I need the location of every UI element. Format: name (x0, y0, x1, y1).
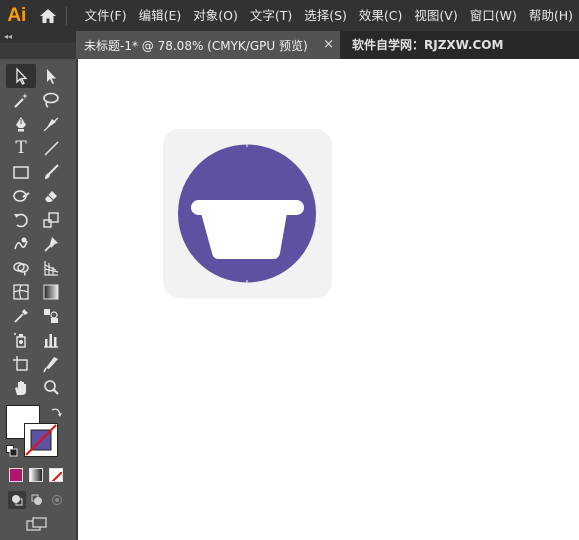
menu-file[interactable]: 文件(F) (79, 0, 133, 31)
none-mode-button[interactable] (49, 468, 63, 482)
menu-edit[interactable]: 编辑(E) (133, 0, 188, 31)
direct-selection-tool-icon (47, 69, 56, 84)
menu-effect[interactable]: 效果(C) (353, 0, 408, 31)
swap-fill-stroke-icon[interactable] (50, 406, 62, 418)
lasso-tool-icon (43, 92, 59, 108)
magic-wand-tool-icon (14, 93, 28, 108)
scale-tool[interactable] (36, 208, 66, 232)
lasso-tool[interactable] (36, 88, 66, 112)
menu-type[interactable]: 文字(T) (244, 0, 298, 31)
menu-select[interactable]: 选择(S) (298, 0, 353, 31)
panel-grip[interactable] (0, 43, 76, 59)
column-graph-tool-icon (44, 334, 58, 348)
bowl-rim (191, 200, 304, 215)
selection-tool[interactable] (6, 64, 36, 88)
column-graph-tool[interactable] (36, 328, 66, 352)
default-fill-stroke-icon[interactable] (6, 445, 18, 457)
rotate-tool-icon (14, 213, 28, 228)
artboard-tool[interactable] (6, 352, 36, 376)
shaper-tool[interactable] (6, 184, 36, 208)
slice-tool[interactable] (36, 352, 66, 376)
stroke-swatch[interactable] (24, 423, 58, 457)
shaper-tool-icon (13, 190, 30, 202)
menu-window[interactable]: 窗口(W) (464, 0, 523, 31)
line-segment-tool[interactable] (36, 136, 66, 160)
puppet-warp-tool-icon (44, 237, 58, 252)
paintbrush-tool[interactable] (36, 160, 66, 184)
screen-mode-icon (26, 517, 47, 531)
draw-behind-button[interactable] (28, 491, 46, 509)
scale-tool-icon (43, 212, 59, 228)
draw-inside-button[interactable] (48, 491, 66, 509)
menu-help[interactable]: 帮助(H) (523, 0, 579, 31)
mesh-tool[interactable] (6, 280, 36, 304)
line-segment-tool-icon (44, 141, 59, 156)
zoom-tool-icon (44, 380, 59, 395)
selection-tool-icon (16, 67, 28, 85)
zoom-tool[interactable] (36, 376, 66, 400)
shape-builder-tool[interactable] (6, 256, 36, 280)
none-slash-icon (25, 424, 57, 456)
artboard-tool-icon (13, 356, 28, 371)
draw-behind-icon (31, 494, 42, 505)
tab-bar: ◂◂ 未标题-1* @ 78.08% (CMYK/GPU 预览) × 软件自学网… (0, 31, 579, 59)
gradient-tool-icon (43, 284, 59, 300)
app-logo: Ai (7, 4, 27, 26)
pen-tool-icon (16, 117, 26, 132)
menu-object[interactable]: 对象(O) (187, 0, 244, 31)
screen-mode-button[interactable] (24, 515, 50, 533)
draw-normal-button[interactable] (8, 491, 26, 509)
puppet-warp-tool[interactable] (36, 232, 66, 256)
perspective-grid-tool-icon (44, 261, 59, 276)
symbol-sprayer-tool[interactable] (6, 328, 36, 352)
tab-document[interactable]: 未标题-1* @ 78.08% (CMYK/GPU 预览) × (76, 31, 340, 59)
menu-bar: Ai 文件(F) 编辑(E) 对象(O) 文字(T) 选择(S) 效果(C) 视… (0, 0, 579, 31)
bowl-icon-artwork[interactable] (163, 129, 332, 298)
curvature-tool-icon (43, 117, 59, 132)
bowl-body (201, 213, 287, 259)
hand-tool-icon (15, 381, 26, 395)
perspective-grid-tool[interactable] (36, 256, 66, 280)
direct-selection-tool[interactable] (36, 64, 66, 88)
mesh-tool-icon (13, 284, 29, 300)
panel-collapse-button[interactable]: ◂◂ (0, 31, 76, 43)
draw-inside-icon (52, 495, 62, 505)
rectangle-tool-icon (13, 166, 29, 179)
blend-tool-icon (44, 309, 58, 323)
eyedropper-tool[interactable] (6, 304, 36, 328)
eyedropper-tool-icon (14, 309, 28, 323)
gradient-tool[interactable] (36, 280, 66, 304)
hand-tool[interactable] (6, 376, 36, 400)
home-icon (40, 8, 57, 23)
slice-tool-icon (43, 357, 58, 373)
type-tool-icon: T (15, 138, 27, 158)
tab-document-label: 未标题-1* @ 78.08% (CMYK/GPU 预览) (84, 38, 308, 53)
draw-normal-icon (12, 495, 23, 506)
tools-panel: T (0, 59, 76, 540)
rotate-tool[interactable] (6, 208, 36, 232)
eraser-tool-icon (45, 191, 57, 202)
blend-tool[interactable] (36, 304, 66, 328)
paintbrush-tool-icon (45, 164, 59, 179)
gradient-mode-button[interactable] (29, 468, 43, 482)
magic-wand-tool[interactable] (6, 88, 36, 112)
menu-view[interactable]: 视图(V) (408, 0, 463, 31)
home-button[interactable] (31, 0, 66, 31)
shape-builder-tool-icon (13, 262, 29, 276)
none-icon (51, 471, 62, 481)
warp-tool[interactable] (6, 232, 36, 256)
symbol-sprayer-tool-icon (14, 333, 26, 348)
pen-tool[interactable] (6, 112, 36, 136)
rectangle-tool[interactable] (6, 160, 36, 184)
color-mode-button[interactable] (9, 468, 23, 482)
close-tab-button[interactable]: × (323, 37, 334, 52)
type-tool[interactable]: T (6, 136, 36, 160)
warp-tool-icon (14, 237, 28, 250)
curvature-tool[interactable] (36, 112, 66, 136)
tab-watermark: 软件自学网：RJZXW.COM (352, 38, 504, 52)
eraser-tool[interactable] (36, 184, 66, 208)
